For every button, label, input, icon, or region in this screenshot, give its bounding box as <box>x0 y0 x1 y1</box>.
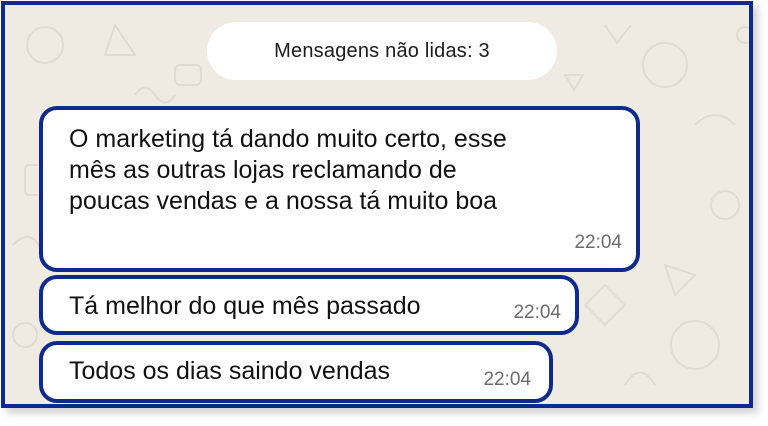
message-bubble[interactable]: Todos os dias saindo vendas 22:04 <box>39 341 553 403</box>
message-text: O marketing tá dando muito certo, esse m… <box>69 125 507 215</box>
unread-messages-label: Mensagens não lidas: 3 <box>274 39 490 62</box>
message-text: Todos os dias saindo vendas <box>69 357 391 385</box>
message-text: Tá melhor do que mês passado <box>69 292 421 320</box>
chat-window: Mensagens não lidas: 3 O marketing tá da… <box>1 1 753 408</box>
message-bubble[interactable]: Tá melhor do que mês passado 22:04 <box>39 275 579 335</box>
message-timestamp: 22:04 <box>574 232 622 253</box>
unread-messages-banner: Mensagens não lidas: 3 <box>207 22 557 80</box>
message-timestamp: 22:04 <box>483 369 531 390</box>
message-timestamp: 22:04 <box>513 302 561 323</box>
message-bubble[interactable]: O marketing tá dando muito certo, esse m… <box>39 106 640 272</box>
